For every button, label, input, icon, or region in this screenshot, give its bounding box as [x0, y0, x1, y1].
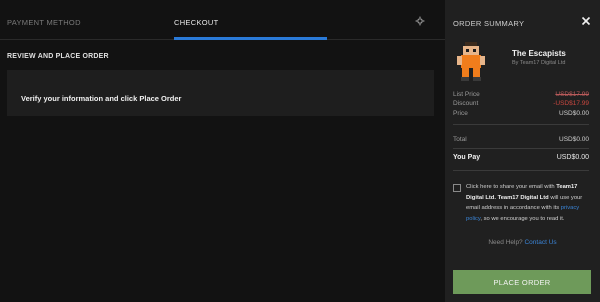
consent-text-3: , so we encourage you to read it. [480, 216, 565, 223]
consent-text-1: Click here to share your email with [466, 184, 555, 190]
price-row: Price USD$0.00 [453, 110, 589, 117]
divider [453, 148, 589, 149]
price-label: Price [453, 110, 468, 117]
help-line: Need Help? Contact Us [445, 239, 600, 246]
review-box: Verify your information and click Place … [7, 70, 434, 116]
divider [453, 170, 589, 171]
close-icon[interactable] [581, 16, 591, 26]
list-price-label: List Price [453, 91, 480, 98]
tab-checkout[interactable]: CHECKOUT [174, 18, 219, 27]
consent-company-2: Team17 Digital Ltd [497, 194, 549, 201]
checkout-panel: PAYMENT METHOD CHECKOUT REVIEW AND PLACE… [0, 0, 445, 302]
tab-payment-method[interactable]: PAYMENT METHOD [7, 18, 81, 27]
total-value: USD$0.00 [559, 136, 589, 143]
order-summary-panel: ORDER SUMMARY The Escapists By Team17 Di… [445, 0, 600, 302]
contact-us-link[interactable]: Contact Us [524, 239, 556, 246]
review-message: Verify your information and click Place … [21, 94, 182, 103]
email-consent-text: Click here to share your email with Team… [466, 182, 592, 225]
active-tab-indicator [174, 37, 327, 40]
section-title: REVIEW AND PLACE ORDER [7, 53, 109, 60]
order-summary-title: ORDER SUMMARY [453, 19, 525, 28]
you-pay-row: You Pay USD$0.00 [453, 154, 589, 161]
checkout-tabs: PAYMENT METHOD CHECKOUT [0, 0, 445, 40]
game-thumbnail [453, 40, 489, 82]
game-publisher: By Team17 Digital Ltd [512, 60, 566, 66]
place-order-button[interactable]: PLACE ORDER [453, 270, 591, 294]
divider [453, 124, 589, 125]
game-title: The Escapists [512, 49, 566, 58]
share-email-checkbox[interactable] [453, 184, 461, 192]
need-help-text: Need Help? [488, 239, 523, 246]
total-label: Total [453, 136, 467, 143]
you-pay-value: USD$0.00 [556, 154, 589, 161]
total-row: Total USD$0.00 [453, 136, 589, 143]
settings-icon[interactable] [415, 16, 425, 26]
you-pay-label: You Pay [453, 154, 481, 161]
discount-value: -USD$17.99 [553, 100, 589, 107]
discount-label: Discount [453, 100, 479, 107]
list-price-value: USD$17.99 [555, 91, 589, 98]
price-value: USD$0.00 [559, 110, 589, 117]
discount-row: Discount -USD$17.99 [453, 100, 589, 107]
list-price-row: List Price USD$17.99 [453, 91, 589, 98]
